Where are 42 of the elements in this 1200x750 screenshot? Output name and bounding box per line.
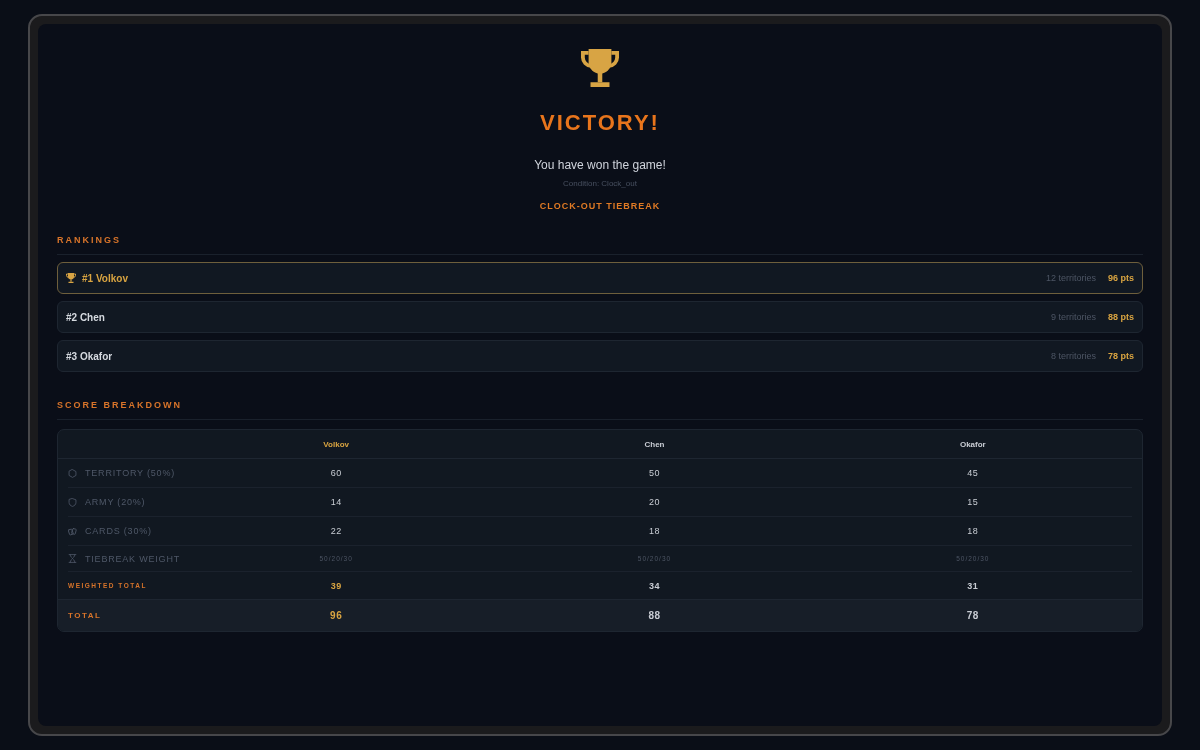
points-value: 88 pts [1108, 312, 1134, 322]
territory-count: 12 territories [1045, 273, 1096, 283]
table-cell: 78 [966, 610, 979, 621]
trophy-icon [66, 273, 76, 283]
column-header: Okafor [959, 439, 986, 449]
hourglass-icon [68, 554, 77, 563]
table-cell: 20 [649, 497, 660, 507]
player-rank: #3 Okafor [66, 350, 113, 362]
shield-icon [68, 497, 77, 507]
table-cell: 45 [967, 468, 979, 478]
section-title: SCORE BREAKDOWN [57, 399, 182, 411]
player-rank: #1 Volkov [82, 272, 128, 284]
table-cell: 60 [330, 468, 342, 478]
column-header: Volkov [323, 439, 349, 449]
tiebreak-label: CLOCK-OUT TIEBREAK [539, 200, 661, 212]
row-label: TIEBREAK WEIGHT [85, 553, 180, 564]
points-value: 78 pts [1108, 351, 1134, 361]
player-rank: #2 Chen [66, 311, 105, 323]
table-cell: 39 [330, 580, 342, 591]
hexagon-icon [68, 468, 77, 478]
victory-title: VICTORY! [540, 109, 660, 137]
table-cell: 22 [330, 526, 342, 536]
row-label: TOTAL [68, 611, 102, 620]
trophy-icon [581, 49, 619, 87]
table-cell: 50 [649, 468, 660, 478]
row-label: CARDS (30%) [85, 526, 152, 536]
table-cell: 15 [967, 497, 979, 507]
row-label: TERRITORY (50%) [85, 468, 176, 478]
table-cell: 18 [649, 526, 660, 536]
column-header: Chen [644, 439, 665, 449]
table-cell: 14 [330, 497, 342, 507]
table-cell: 88 [648, 610, 661, 621]
territory-count: 9 territories [1050, 312, 1096, 322]
table-cell: 31 [967, 580, 979, 591]
result-message: You have won the game! [534, 157, 666, 173]
table-cell: 34 [649, 580, 660, 591]
table-cell: 96 [330, 610, 343, 621]
cards-icon [68, 526, 77, 536]
points-value: 96 pts [1108, 273, 1134, 283]
table-cell: 18 [967, 526, 979, 536]
section-title: RANKINGS [57, 234, 121, 246]
row-label: ARMY (20%) [85, 497, 146, 507]
